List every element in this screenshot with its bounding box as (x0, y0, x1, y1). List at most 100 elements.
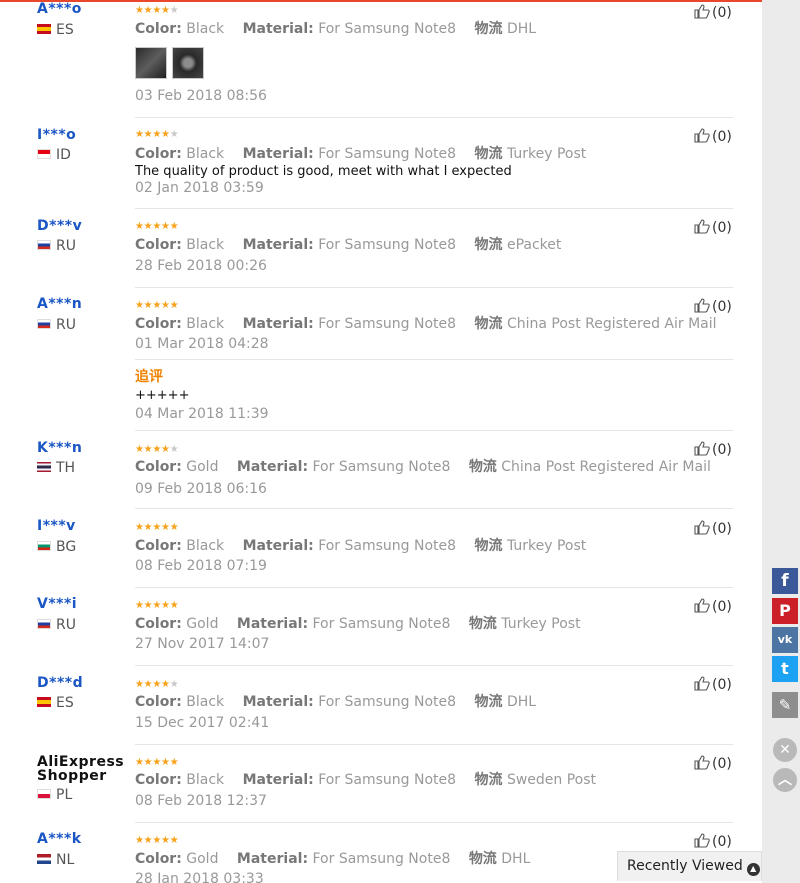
star-filled-icon: ★ (152, 679, 162, 690)
flag-pl-icon (37, 789, 51, 799)
review-attributes: Color: Gold Material: For Samsung Note8 … (135, 851, 531, 867)
twitter-share-button[interactable]: t (772, 656, 798, 682)
review-date: 28 Feb 2018 00:26 (135, 258, 267, 274)
star-rating: ★★★★★ (135, 129, 179, 140)
color-value: Black (186, 237, 225, 253)
close-share-button[interactable]: ✕ (773, 738, 797, 762)
helpful-button[interactable]: (0) (694, 598, 732, 615)
review-attributes: Color: Gold Material: For Samsung Note8 … (135, 616, 581, 632)
helpful-button[interactable]: (0) (694, 4, 732, 21)
star-filled-icon: ★ (152, 5, 162, 16)
review-attributes: Color: Black Material: For Samsung Note8… (135, 237, 562, 253)
review-attributes: Color: Black Material: For Samsung Note8… (135, 538, 587, 554)
reviewer-name[interactable]: A***n (37, 296, 82, 312)
pencil-icon: ✎ (778, 696, 792, 714)
divider (135, 117, 733, 118)
star-rating: ★★★★★ (135, 300, 179, 311)
helpful-button[interactable]: (0) (694, 298, 732, 315)
reviewer-name[interactable]: I***o (37, 127, 76, 143)
shipping-value: China Post Registered Air Mail (501, 459, 711, 475)
reviewer-country: PL (37, 787, 72, 803)
facebook-share-button[interactable]: f (772, 568, 798, 594)
star-rating: ★★★★★ (135, 757, 179, 768)
pinterest-icon: P (779, 601, 791, 620)
edit-button[interactable]: ✎ (772, 692, 798, 718)
thumbs-up-icon (694, 298, 710, 313)
material-value: For Samsung Note8 (318, 772, 457, 788)
append-divider (135, 359, 733, 360)
star-filled-icon: ★ (135, 757, 144, 768)
shipping-value: Turkey Post (506, 538, 587, 554)
divider (135, 587, 733, 588)
star-filled-icon: ★ (135, 835, 144, 846)
helpful-button[interactable]: (0) (694, 219, 732, 236)
divider (135, 208, 733, 209)
material-value: For Samsung Note8 (318, 237, 457, 253)
facebook-icon: f (781, 571, 789, 591)
color-value: Gold (186, 459, 219, 475)
star-filled-icon: ★ (152, 129, 162, 140)
shipping-value: DHL (501, 851, 531, 867)
flag-ru-icon (37, 319, 51, 329)
recently-viewed-button[interactable]: Recently Viewed ▲ (617, 851, 762, 881)
helpful-button[interactable]: (0) (694, 833, 732, 850)
shipping-value: DHL (506, 21, 537, 37)
reviewer-name[interactable]: AliExpress Shopper (37, 755, 132, 783)
color-value: Black (186, 694, 225, 710)
star-filled-icon: ★ (161, 300, 170, 311)
reviewer-name[interactable]: D***d (37, 675, 83, 691)
flag-es-icon (37, 697, 51, 707)
helpful-button[interactable]: (0) (694, 520, 732, 537)
vk-icon: vk (777, 633, 793, 646)
reviewer-name[interactable]: I***v (37, 518, 76, 534)
reviewer-name[interactable]: A***o (37, 1, 82, 17)
close-icon: ✕ (779, 742, 791, 758)
review-photo[interactable] (172, 47, 204, 79)
color-value: Black (186, 316, 225, 332)
star-filled-icon: ★ (135, 600, 144, 611)
star-filled-icon: ★ (161, 757, 170, 768)
star-filled-icon: ★ (161, 5, 170, 16)
helpful-button[interactable]: (0) (694, 128, 732, 145)
scroll-top-button[interactable]: ︿ (773, 768, 797, 792)
review-date: 03 Feb 2018 08:56 (135, 88, 267, 104)
star-filled-icon: ★ (135, 129, 144, 140)
vk-share-button[interactable]: vk (772, 627, 798, 653)
shipping-value: Sweden Post (506, 772, 597, 788)
review-date: 28 Jan 2018 03:33 (135, 871, 264, 883)
divider (135, 665, 733, 666)
reviewer-country: RU (37, 317, 76, 333)
reviewer-name[interactable]: K***n (37, 440, 82, 456)
helpful-button[interactable]: (0) (694, 441, 732, 458)
reviewer-country: RU (37, 238, 76, 254)
review-date: 09 Feb 2018 06:16 (135, 481, 267, 497)
color-value: Gold (186, 851, 219, 867)
reviewer-name[interactable]: A***k (37, 831, 82, 847)
star-filled-icon: ★ (169, 221, 179, 232)
review-photo[interactable] (135, 47, 167, 79)
shipping-value: ePacket (506, 237, 562, 253)
shipping-value: Turkey Post (506, 146, 587, 162)
thumbs-up-icon (694, 219, 710, 234)
star-filled-icon: ★ (161, 835, 170, 846)
review-text: The quality of product is good, meet wit… (135, 164, 512, 179)
pinterest-share-button[interactable]: P (772, 598, 798, 624)
helpful-button[interactable]: (0) (694, 755, 732, 772)
review-attributes: Color: Black Material: For Samsung Note8… (135, 146, 587, 162)
color-value: Black (186, 772, 225, 788)
star-filled-icon: ★ (169, 300, 179, 311)
material-value: For Samsung Note8 (312, 616, 451, 632)
divider (135, 430, 733, 431)
review-date: 08 Feb 2018 07:19 (135, 558, 267, 574)
reviewer-name[interactable]: D***v (37, 218, 82, 234)
star-filled-icon: ★ (135, 221, 144, 232)
review-attributes: Color: Black Material: For Samsung Note8… (135, 694, 537, 710)
color-value: Black (186, 146, 225, 162)
helpful-button[interactable]: (0) (694, 676, 732, 693)
material-value: For Samsung Note8 (318, 316, 457, 332)
reviewer-name[interactable]: V***i (37, 596, 77, 612)
follow-up-text: +++++ (135, 388, 190, 403)
shipping-value: Turkey Post (501, 616, 581, 632)
star-filled-icon: ★ (169, 522, 179, 533)
reviewer-country: ES (37, 22, 74, 38)
